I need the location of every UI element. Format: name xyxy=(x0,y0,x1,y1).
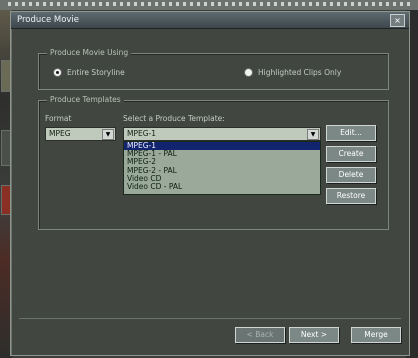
radio-highlighted-clips[interactable]: Highlighted Clips Only xyxy=(244,68,341,77)
radio-label: Entire Storyline xyxy=(67,68,125,77)
filmstrip-top xyxy=(0,0,418,10)
produce-using-group: Produce Movie Using Entire Storyline Hig… xyxy=(38,48,389,90)
window-title: Produce Movie xyxy=(17,15,80,25)
close-icon: × xyxy=(394,16,401,25)
template-dropdown[interactable]: MPEG-1 ▼ xyxy=(123,127,321,141)
radio-label: Highlighted Clips Only xyxy=(258,68,342,77)
bottom-divider xyxy=(19,318,401,319)
radio-button[interactable] xyxy=(244,68,253,77)
delete-button[interactable]: Delete xyxy=(326,167,376,183)
radio-button-selected[interactable] xyxy=(53,68,62,77)
filmstrip-holes xyxy=(8,2,410,6)
produce-movie-dialog: Produce Movie × Produce Movie Using Enti… xyxy=(10,11,410,356)
format-label: Format xyxy=(45,114,72,123)
radio-entire-storyline[interactable]: Entire Storyline xyxy=(53,68,125,77)
restore-button[interactable]: Restore xyxy=(326,188,376,204)
dropdown-arrow-icon[interactable]: ▼ xyxy=(307,129,319,140)
back-button[interactable]: < Back xyxy=(235,327,285,343)
close-button[interactable]: × xyxy=(390,14,405,27)
produce-templates-legend: Produce Templates xyxy=(47,95,124,104)
edit-button[interactable]: Edit... xyxy=(326,125,376,141)
format-value: MPEG xyxy=(49,129,71,138)
create-button[interactable]: Create xyxy=(326,146,376,162)
titlebar: Produce Movie × xyxy=(11,12,409,29)
dropdown-arrow-icon[interactable]: ▼ xyxy=(102,129,114,140)
next-button[interactable]: Next > xyxy=(289,327,339,343)
list-item[interactable]: Video CD - PAL xyxy=(124,182,320,191)
merge-button[interactable]: Merge xyxy=(351,327,401,343)
template-value: MPEG-1 xyxy=(127,129,157,138)
produce-templates-group: Produce Templates Format MPEG ▼ Select a… xyxy=(38,95,389,230)
produce-using-legend: Produce Movie Using xyxy=(47,48,132,57)
format-dropdown[interactable]: MPEG ▼ xyxy=(45,127,116,141)
template-label: Select a Produce Template: xyxy=(123,114,225,123)
template-dropdown-list[interactable]: MPEG-1 MPEG-1 - PAL MPEG-2 MPEG-2 - PAL … xyxy=(123,141,321,195)
